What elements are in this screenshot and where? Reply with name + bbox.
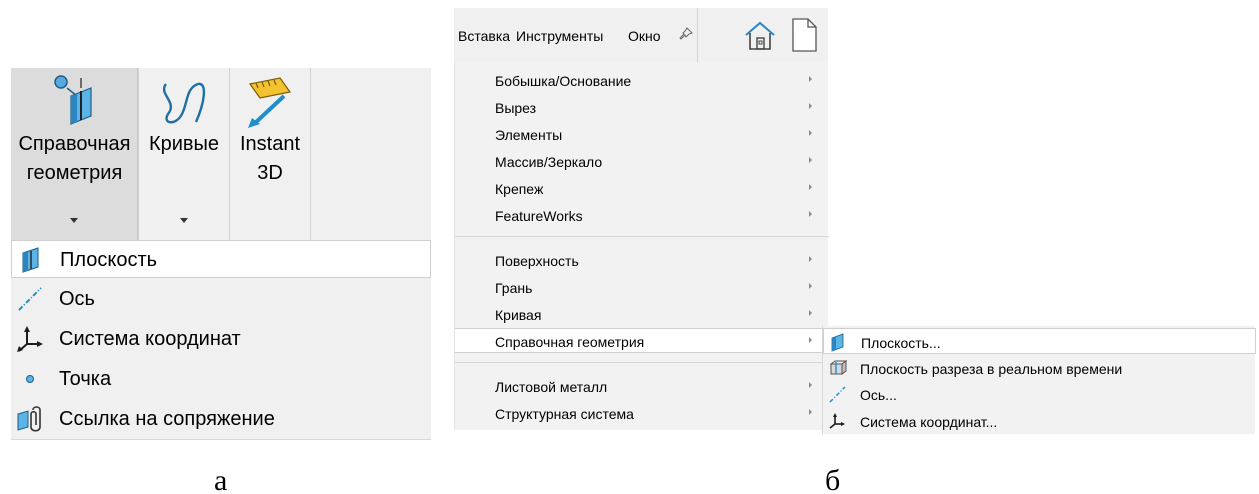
menu-item-label: Структурная система — [495, 406, 634, 422]
menu-item-label: Поверхность — [495, 253, 579, 269]
menu-item-label: Массив/Зеркало — [495, 154, 603, 170]
menu-item-pattern-mirror[interactable]: Массив/Зеркало — [455, 149, 829, 174]
axis-icon — [829, 386, 846, 403]
menu-item-reference-geometry[interactable]: Справочная геометрия — [455, 328, 829, 353]
instant3d-label: Instant 3D — [239, 133, 301, 184]
submenu-arrow-icon — [809, 103, 812, 109]
menu-item-sheet-metal[interactable]: Листовой металл — [455, 374, 829, 399]
curves-icon — [163, 82, 206, 124]
menu-item-curve[interactable]: Кривая — [455, 302, 829, 327]
plane-icon — [831, 333, 844, 352]
submenu-arrow-icon — [809, 130, 812, 136]
menu-item-label: Элементы — [495, 127, 563, 143]
curves-button[interactable]: Кривые — [139, 68, 229, 240]
submenu-item-live-section-plane[interactable]: Плоскость разреза в реальном времени — [823, 355, 1256, 381]
menu-item-label: Крепеж — [495, 181, 544, 197]
menu-bar-separator — [697, 8, 698, 62]
submenu-arrow-icon — [809, 211, 812, 217]
flyout-label: Ось — [59, 288, 95, 310]
menu-item-structure-system[interactable]: Структурная система — [455, 401, 829, 426]
flyout-label: Ссылка на сопряжение — [59, 408, 275, 430]
caption-b: б — [825, 464, 841, 494]
caption-a: а — [214, 464, 228, 494]
menu-separator — [455, 236, 829, 237]
ribbon-separator — [310, 68, 311, 240]
submenu-arrow-icon — [809, 310, 812, 316]
menu-item-label: Вырез — [495, 100, 537, 116]
flyout-item-mate-reference[interactable]: Ссылка на сопряжение — [11, 400, 431, 438]
flyout-label: Точка — [59, 368, 112, 390]
submenu-arrow-icon — [809, 337, 812, 343]
coordinate-system-icon — [829, 413, 845, 429]
submenu-arrow-icon — [809, 157, 812, 163]
menu-item-face[interactable]: Грань — [455, 275, 829, 300]
flyout-label: Плоскость — [60, 249, 158, 271]
menu-bar: Вставка Инструменты Окно — [454, 8, 828, 62]
menu-item-label: Листовой металл — [495, 379, 608, 395]
submenu-item-label: Плоскость... — [861, 335, 941, 351]
submenu-item-label: Плоскость разреза в реальном времени — [860, 361, 1123, 377]
menu-item-fastening[interactable]: Крепеж — [455, 176, 829, 201]
instant3d-icon — [248, 77, 292, 128]
menu-item-label: Бобышка/Основание — [495, 73, 632, 89]
pin-icon[interactable] — [678, 26, 694, 42]
flyout-item-coordinate-system[interactable]: Система координат — [11, 320, 431, 358]
reference-geometry-submenu: Плоскость... Плоскость разреза в реально… — [822, 326, 1256, 434]
menu-item-boss-base[interactable]: Бобышка/Основание — [455, 68, 829, 93]
chevron-down-icon[interactable] — [180, 218, 188, 223]
submenu-item-plane[interactable]: Плоскость... — [823, 328, 1256, 354]
menu-tab-tools[interactable]: Инструменты — [516, 27, 603, 45]
submenu-item-coordinate-system[interactable]: Система координат... — [823, 408, 1256, 434]
menu-item-featureworks[interactable]: FeatureWorks — [455, 203, 829, 228]
new-document-icon[interactable] — [788, 16, 820, 54]
submenu-item-label: Ось... — [860, 387, 897, 403]
menu-separator — [455, 362, 829, 363]
reference-geometry-button[interactable]: Справочная геометрия — [11, 68, 138, 240]
flyout-item-plane[interactable]: Плоскость — [11, 240, 431, 278]
curves-label: Кривые — [148, 133, 220, 155]
submenu-arrow-icon — [809, 409, 812, 415]
menu-item-features[interactable]: Элементы — [455, 122, 829, 147]
reference-geometry-flyout: Плоскость Ось Система координат Точка Сс… — [11, 240, 431, 440]
flyout-item-point[interactable]: Точка — [11, 360, 431, 398]
menu-item-label: Справочная геометрия — [495, 334, 645, 350]
menu-item-surface[interactable]: Поверхность — [455, 248, 829, 273]
mate-reference-icon — [17, 406, 41, 432]
submenu-arrow-icon — [809, 256, 812, 262]
insert-menu: Бобышка/Основание Вырез Элементы Массив/… — [454, 62, 829, 430]
menu-item-label: Кривая — [495, 307, 542, 323]
submenu-item-label: Система координат... — [860, 414, 998, 430]
menu-tab-insert[interactable]: Вставка — [458, 27, 510, 45]
menu-item-label: Грань — [495, 280, 533, 296]
flyout-item-axis[interactable]: Ось — [11, 280, 431, 318]
home-icon[interactable] — [742, 18, 778, 54]
submenu-item-axis[interactable]: Ось... — [823, 381, 1256, 407]
menu-tab-window[interactable]: Окно — [628, 27, 661, 45]
live-section-plane-icon — [829, 360, 847, 375]
submenu-arrow-icon — [809, 184, 812, 190]
point-icon — [26, 375, 34, 383]
coordinate-system-icon — [17, 326, 43, 352]
plane-icon — [22, 247, 39, 273]
submenu-arrow-icon — [809, 76, 812, 82]
flyout-label: Система координат — [59, 328, 241, 350]
menu-item-cut[interactable]: Вырез — [455, 95, 829, 120]
reference-plane-icon — [54, 75, 92, 125]
instant3d-button[interactable]: Instant 3D — [230, 68, 310, 240]
chevron-down-icon[interactable] — [70, 218, 78, 223]
menu-item-label: FeatureWorks — [495, 208, 583, 224]
ribbon-group: Справочная геометрия Кривые Instant 3D — [11, 68, 431, 240]
reference-geometry-label: Справочная геометрия — [18, 133, 131, 184]
submenu-arrow-icon — [809, 283, 812, 289]
axis-icon — [18, 287, 42, 311]
submenu-arrow-icon — [809, 382, 812, 388]
